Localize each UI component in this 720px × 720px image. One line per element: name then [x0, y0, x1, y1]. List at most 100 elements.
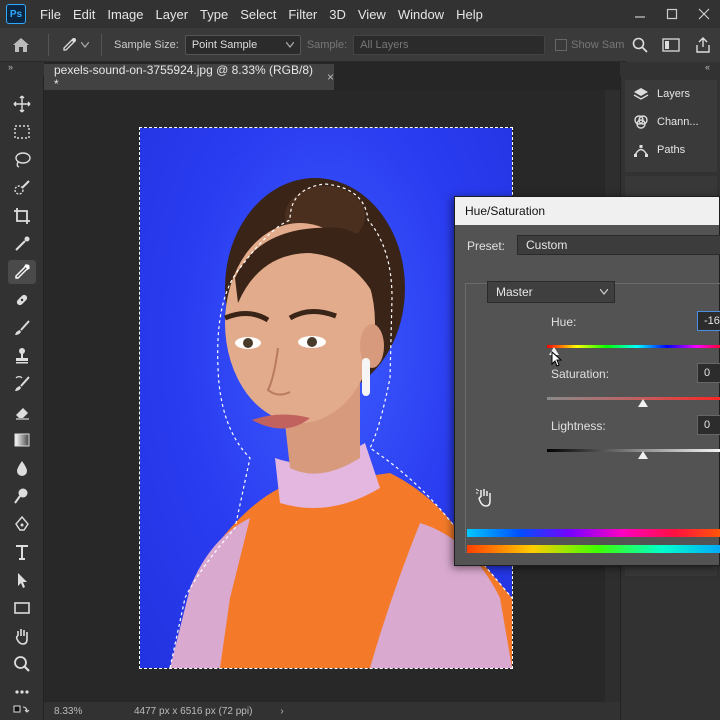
minimize-button[interactable]: [624, 0, 656, 28]
home-button[interactable]: [0, 28, 42, 62]
move-tool[interactable]: [8, 92, 36, 116]
brush-icon: [15, 320, 30, 335]
mouse-cursor-icon: [551, 351, 563, 367]
minimize-icon: [635, 16, 645, 18]
panel-paths-label: Paths: [657, 144, 686, 156]
tools-panel: [0, 76, 44, 720]
pen-icon: [15, 515, 29, 531]
blur-tool[interactable]: [8, 456, 36, 480]
menu-filter[interactable]: Filter: [282, 7, 323, 22]
lightness-slider-track[interactable]: [547, 449, 720, 452]
panel-channels[interactable]: Chann...: [625, 108, 717, 136]
window-controls: [624, 0, 720, 28]
menu-window[interactable]: Window: [392, 7, 450, 22]
divider: [101, 33, 102, 56]
frame-eyedropper-tool[interactable]: [8, 232, 36, 256]
pen-tool[interactable]: [8, 512, 36, 536]
brush-tool[interactable]: [8, 316, 36, 340]
sample-label: Sample:: [306, 38, 348, 51]
gradient-icon: [14, 433, 30, 447]
clone-stamp-tool[interactable]: [8, 344, 36, 368]
divider: [48, 33, 49, 56]
menu-layer[interactable]: Layer: [150, 7, 195, 22]
close-tab-button[interactable]: ×: [327, 70, 334, 84]
document-tab[interactable]: pexels-sound-on-3755924.jpg @ 8.33% (RGB…: [44, 63, 334, 91]
hue-input[interactable]: -16: [697, 311, 720, 331]
saturation-input[interactable]: 0: [697, 363, 720, 383]
gradient-tool[interactable]: [8, 428, 36, 452]
quick-selection-tool[interactable]: [8, 176, 36, 200]
tool-preset-picker[interactable]: [55, 37, 95, 53]
panel-layers[interactable]: Layers: [625, 80, 717, 108]
channel-select[interactable]: Master: [487, 281, 615, 303]
menu-bar: Ps File Edit Image Layer Type Select Fil…: [0, 0, 720, 28]
dodge-tool[interactable]: [8, 484, 36, 508]
lasso-icon: [15, 152, 31, 168]
lightness-slider-thumb[interactable]: [638, 451, 648, 459]
zoom-tool[interactable]: [8, 652, 36, 676]
photoshop-logo: Ps: [6, 4, 26, 24]
water-drop-icon: [17, 461, 27, 476]
preset-select[interactable]: Custom: [517, 235, 720, 255]
panel-group: Layers Chann... Paths: [625, 80, 717, 172]
panel-paths[interactable]: Paths: [625, 136, 717, 164]
hand-tool[interactable]: [8, 624, 36, 648]
maximize-icon: [666, 8, 678, 20]
sample-size-select[interactable]: Point Sample: [184, 34, 301, 55]
share-icon[interactable]: [694, 37, 712, 53]
panel-layers-label: Layers: [657, 88, 691, 100]
preset-row: Preset: Custom: [455, 235, 720, 257]
eyedropper-tool[interactable]: [8, 260, 36, 284]
on-image-adjustment-button[interactable]: [475, 487, 493, 510]
more-tools-button[interactable]: [8, 680, 36, 704]
show-sampling-ring-checkbox[interactable]: [555, 38, 568, 51]
menu-edit[interactable]: Edit: [67, 7, 101, 22]
show-sampling-label: Show Sam: [571, 38, 625, 51]
toolbar-collapse-button[interactable]: »: [0, 62, 44, 76]
more-icon: [15, 690, 29, 694]
options-right-icons: [626, 28, 720, 62]
panel-collapse-button[interactable]: «: [620, 62, 720, 76]
zoom-icon: [14, 656, 30, 672]
eyedropper-icon: [63, 37, 76, 51]
lasso-tool[interactable]: [8, 148, 36, 172]
hue-slider-track[interactable]: [547, 345, 720, 348]
menu-type[interactable]: Type: [194, 7, 234, 22]
lightness-input[interactable]: 0: [697, 415, 720, 435]
sample-select[interactable]: All Layers: [353, 34, 546, 55]
menu-file[interactable]: File: [34, 7, 67, 22]
healing-brush-tool[interactable]: [8, 288, 36, 312]
dialog-title-bar[interactable]: Hue/Saturation: [455, 197, 719, 225]
layers-icon: [633, 88, 649, 100]
path-selection-tool[interactable]: [8, 568, 36, 592]
workspace-icon[interactable]: [662, 37, 680, 53]
chevron-down-icon: [600, 289, 608, 295]
rectangle-tool[interactable]: [8, 596, 36, 620]
marquee-tool[interactable]: [8, 120, 36, 144]
paths-icon: [634, 145, 648, 157]
menu-help[interactable]: Help: [450, 7, 489, 22]
menu-3d[interactable]: 3D: [323, 7, 352, 22]
maximize-button[interactable]: [656, 0, 688, 28]
status-menu-arrow[interactable]: ›: [280, 706, 283, 717]
crop-icon: [14, 208, 30, 224]
crop-tool[interactable]: [8, 204, 36, 228]
history-brush-tool[interactable]: [8, 372, 36, 396]
panel-channels-label: Chann...: [657, 116, 699, 128]
search-icon[interactable]: [632, 37, 648, 53]
saturation-label: Saturation:: [551, 367, 610, 381]
eraser-tool[interactable]: [8, 400, 36, 424]
channels-icon: [634, 115, 648, 129]
menu-select[interactable]: Select: [234, 7, 282, 22]
menu-image[interactable]: Image: [101, 7, 149, 22]
menu-view[interactable]: View: [352, 7, 392, 22]
marquee-icon: [14, 125, 30, 139]
saturation-slider-thumb[interactable]: [638, 399, 648, 407]
swap-colors-button[interactable]: [8, 702, 36, 718]
saturation-slider-track[interactable]: [547, 397, 720, 400]
zoom-level[interactable]: 8.33%: [44, 706, 104, 717]
close-window-button[interactable]: [688, 0, 720, 28]
lightness-label: Lightness:: [551, 419, 606, 433]
type-tool[interactable]: [8, 540, 36, 564]
hue-range-bar-bottom: [467, 545, 720, 553]
